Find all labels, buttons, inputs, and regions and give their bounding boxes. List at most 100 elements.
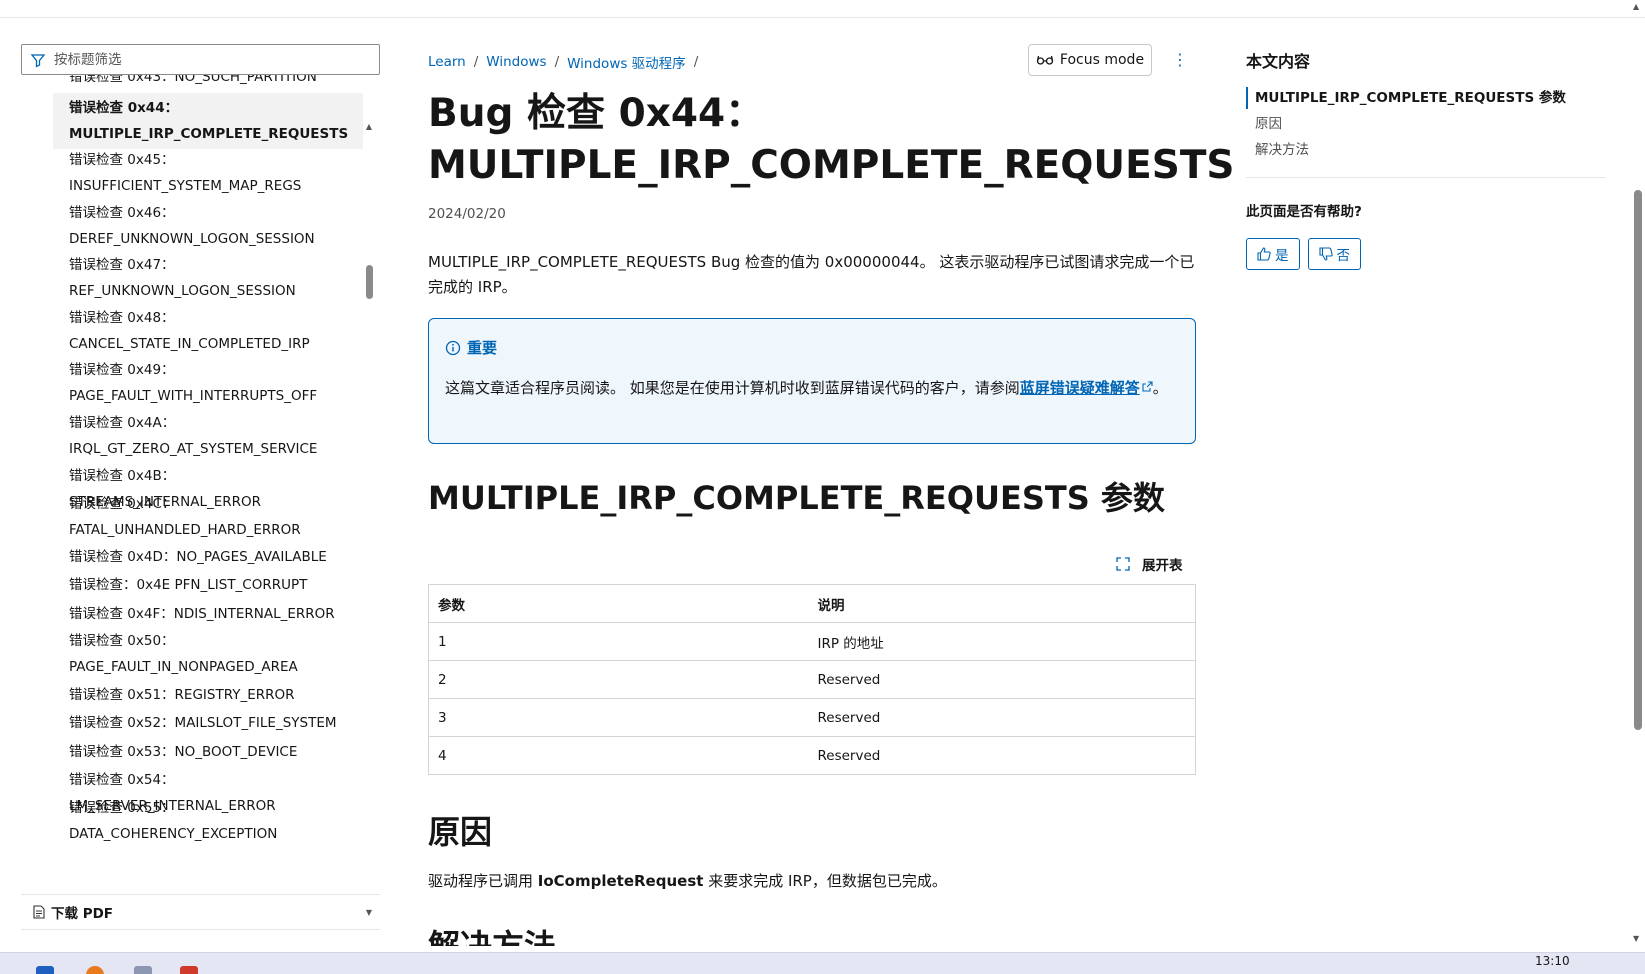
- toc-item[interactable]: 错误检查 0x50： PAGE_FAULT_IN_NONPAGED_AREA: [53, 628, 363, 680]
- toc-item[interactable]: 错误检查 0x52：MAILSLOT_FILE_SYSTEM: [53, 710, 363, 736]
- toc-item[interactable]: 错误检查 0x47： REF_UNKNOWN_LOGON_SESSION: [53, 252, 363, 304]
- expand-table-button[interactable]: 展开表: [1116, 554, 1183, 574]
- left-toc: 错误检查 0x43：NO_SUCH_PARTITION 错误检查 0x44： M…: [21, 44, 380, 930]
- toc-item[interactable]: 错误检查 0x51：REGISTRY_ERROR: [53, 682, 363, 708]
- table-cell: Reserved: [808, 660, 1196, 699]
- cause-pre: 驱动程序已调用: [428, 872, 538, 890]
- otp-item-cause[interactable]: 原因: [1246, 111, 1606, 137]
- table-header-desc: 说明: [808, 584, 1196, 623]
- page-scroll-down-icon[interactable]: ▼: [1633, 934, 1639, 943]
- bsod-troubleshoot-link[interactable]: 蓝屏错误疑难解答: [1020, 379, 1153, 397]
- page-scroll-thumb[interactable]: [1634, 190, 1642, 730]
- helpful-title: 此页面是否有帮助?: [1246, 204, 1362, 220]
- app-icon[interactable]: [180, 966, 198, 974]
- more-options-icon[interactable]: ⋮: [1170, 48, 1190, 72]
- toc-item-line2: DATA_COHERENCY_EXCEPTION: [69, 826, 278, 842]
- helpful-no-button[interactable]: 否: [1307, 238, 1361, 270]
- otp-item-resolution[interactable]: 解决方法: [1246, 137, 1606, 163]
- table-cell: Reserved: [808, 698, 1196, 737]
- toc-item-line1: 错误检查 0x48：: [69, 310, 175, 326]
- toc-item[interactable]: 错误检查 0x4A： IRQL_GT_ZERO_AT_SYSTEM_SERVIC…: [53, 410, 363, 462]
- toc-scrollbar[interactable]: ▲ ▼: [364, 122, 374, 922]
- toc-item-line2: INSUFFICIENT_SYSTEM_MAP_REGS: [69, 178, 302, 194]
- browser-icon[interactable]: [86, 966, 104, 974]
- toc-item-line2: DEREF_UNKNOWN_LOGON_SESSION: [69, 231, 315, 247]
- download-pdf-button[interactable]: 下载 PDF: [21, 894, 380, 930]
- helpful-yes-button[interactable]: 是: [1246, 238, 1300, 270]
- cause-text: 驱动程序已调用 IoCompleteRequest 来要求完成 IRP，但数据包…: [428, 870, 947, 891]
- toc-item-line1: 错误检查 0x47：: [69, 257, 175, 273]
- otp-item-params[interactable]: MULTIPLE_IRP_COMPLETE_REQUESTS 参数: [1246, 85, 1606, 111]
- toc-item-line1: 错误检查 0x4C：: [69, 496, 176, 512]
- table-row: 2 Reserved: [428, 660, 1196, 699]
- alert-title-label: 重要: [467, 339, 498, 357]
- toc-item[interactable]: 错误检查 0x4C： FATAL_UNHANDLED_HARD_ERROR: [53, 491, 363, 543]
- table-cell: Reserved: [808, 736, 1196, 775]
- right-sidebar: 本文内容 MULTIPLE_IRP_COMPLETE_REQUESTS 参数 原…: [1246, 48, 1606, 270]
- in-this-article-list: MULTIPLE_IRP_COMPLETE_REQUESTS 参数 原因 解决方…: [1246, 85, 1606, 163]
- bsod-link-label: 蓝屏错误疑难解答: [1019, 379, 1140, 397]
- breadcrumb-windows-drivers[interactable]: Windows 驱动程序: [567, 52, 686, 72]
- focus-mode-label: Focus mode: [1059, 52, 1145, 68]
- table-row: 1 IRP 的地址: [428, 622, 1196, 661]
- thumbs-up-icon: [1257, 247, 1271, 261]
- alert-end: 。: [1152, 379, 1168, 397]
- filter-box[interactable]: [21, 44, 380, 75]
- page-scrollbar[interactable]: ▲ ▼: [1630, 0, 1645, 950]
- toc-item[interactable]: 错误检查 0x4F：NDIS_INTERNAL_ERROR: [53, 601, 363, 627]
- toc-item-line1: 错误检查 0x4D：NO_PAGES_AVAILABLE: [69, 549, 327, 565]
- toc-item[interactable]: 错误检查 0x45： INSUFFICIENT_SYSTEM_MAP_REGS: [53, 147, 363, 199]
- table-header-row: 参数 说明: [428, 584, 1196, 623]
- helpful-yes-label: 是: [1275, 248, 1289, 264]
- breadcrumb-separator: /: [554, 54, 560, 70]
- windows-start-icon[interactable]: [36, 966, 54, 974]
- breadcrumb-windows[interactable]: Windows: [486, 54, 546, 70]
- toc-item-cut[interactable]: 错误检查 0x43：NO_SUCH_PARTITION: [69, 75, 317, 85]
- focus-mode-button[interactable]: Focus mode: [1028, 44, 1152, 76]
- table-cell: IRP 的地址: [808, 622, 1196, 661]
- toc-item[interactable]: 错误检查：0x4E PFN_LIST_CORRUPT: [53, 572, 363, 598]
- toc-list[interactable]: 错误检查 0x43：NO_SUCH_PARTITION 错误检查 0x44： M…: [21, 75, 380, 930]
- top-bar: [0, 0, 1645, 18]
- article-date: 2024/02/20: [428, 206, 506, 222]
- glasses-icon: [1036, 55, 1054, 65]
- file-explorer-icon[interactable]: [134, 966, 152, 974]
- expand-table-label: 展开表: [1142, 558, 1183, 574]
- scroll-up-icon[interactable]: ▲: [364, 122, 374, 132]
- toc-item-line1: 错误检查 0x4F：NDIS_INTERNAL_ERROR: [69, 606, 335, 622]
- info-icon: [445, 340, 461, 355]
- taskbar-clock: 13:10: [1535, 954, 1570, 968]
- toc-item[interactable]: 错误检查 0x46： DEREF_UNKNOWN_LOGON_SESSION: [53, 200, 363, 252]
- external-link-icon: [1142, 381, 1153, 392]
- pdf-icon: [33, 905, 45, 919]
- toc-item-line1: 错误检查 0x49：: [69, 362, 175, 378]
- toc-item[interactable]: 错误检查 0x48： CANCEL_STATE_IN_COMPLETED_IRP: [53, 305, 363, 357]
- toc-item[interactable]: 错误检查 0x49： PAGE_FAULT_WITH_INTERRUPTS_OF…: [53, 357, 363, 409]
- important-alert: 重要 这篇文章适合程序员阅读。 如果您是在使用计算机时收到蓝屏错误代码的客户，请…: [428, 318, 1196, 444]
- toc-item-line1: 错误检查 0x45：: [69, 152, 175, 168]
- params-heading: MULTIPLE_IRP_COMPLETE_REQUESTS 参数: [428, 479, 1165, 517]
- filter-input[interactable]: [54, 51, 354, 68]
- helpful-buttons: 是 否: [1246, 238, 1606, 270]
- table-row: 3 Reserved: [428, 698, 1196, 737]
- cause-api: IoCompleteRequest: [537, 872, 704, 890]
- toc-item[interactable]: 错误检查 0x4D：NO_PAGES_AVAILABLE: [53, 544, 363, 570]
- toc-item-line1: 错误检查 0x51：REGISTRY_ERROR: [69, 687, 295, 703]
- breadcrumb-learn[interactable]: Learn: [428, 54, 466, 70]
- table-cell: 2: [428, 660, 809, 699]
- table-row: 4 Reserved: [428, 736, 1196, 775]
- toc-item-line1: 错误检查 0x46：: [69, 205, 175, 221]
- toc-item-line2: CANCEL_STATE_IN_COMPLETED_IRP: [69, 336, 310, 352]
- alert-text: 这篇文章适合程序员阅读。 如果您是在使用计算机时收到蓝屏错误代码的客户，请参阅蓝…: [445, 375, 1179, 401]
- toc-item-line1: 错误检查 0x55：: [69, 800, 175, 816]
- toc-item[interactable]: 错误检查 0x53：NO_BOOT_DEVICE: [53, 739, 363, 765]
- params-table: 参数 说明 1 IRP 的地址 2 Reserved 3 Reserved 4 …: [428, 584, 1196, 775]
- page-scroll-up-icon[interactable]: ▲: [1633, 2, 1639, 11]
- table-header-param: 参数: [428, 584, 809, 623]
- toc-item-line2: MULTIPLE_IRP_COMPLETE_REQUESTS: [69, 126, 349, 142]
- toc-item[interactable]: 错误检查 0x55： DATA_COHERENCY_EXCEPTION: [53, 795, 363, 847]
- toc-scroll-thumb[interactable]: [366, 265, 373, 299]
- toc-item-line1: 错误检查：0x4E PFN_LIST_CORRUPT: [69, 577, 308, 593]
- article-intro: MULTIPLE_IRP_COMPLETE_REQUESTS Bug 检查的值为…: [428, 253, 1195, 296]
- toc-item-active[interactable]: 错误检查 0x44： MULTIPLE_IRP_COMPLETE_REQUEST…: [53, 93, 363, 149]
